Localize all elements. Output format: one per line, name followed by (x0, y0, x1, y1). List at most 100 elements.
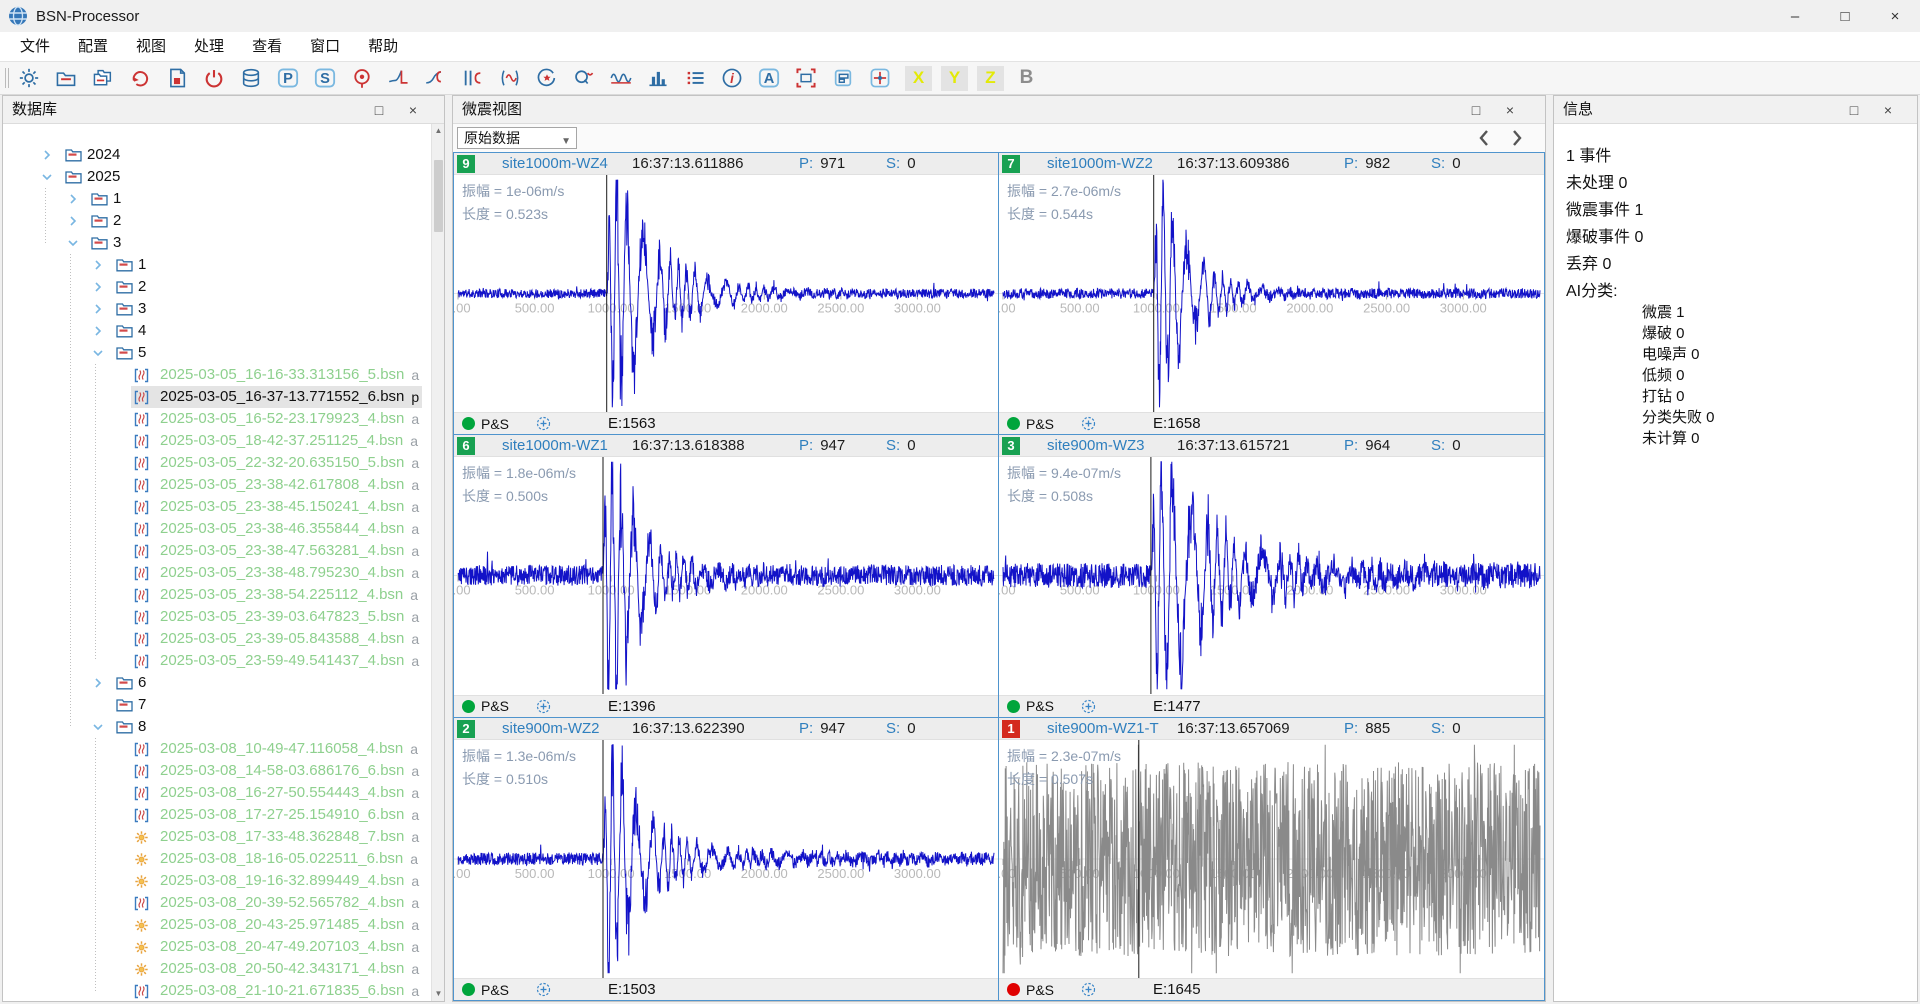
info-float-button[interactable]: □ (1837, 96, 1871, 124)
tree-file-row[interactable]: 2025-03-08_10-49-47.116058_4.bsna (3, 738, 431, 760)
tree-file-row[interactable]: 2025-03-05_16-16-33.313156_5.bsna (3, 364, 431, 386)
crosshair-cursor-button[interactable] (868, 66, 892, 90)
waveform-window-button[interactable] (498, 66, 522, 90)
tree-file-row[interactable]: 2025-03-05_16-37-13.771552_6.bsnp (3, 386, 431, 408)
tree-file-row[interactable]: 2025-03-08_21-10-21.671835_6.bsna (3, 980, 431, 1001)
info-close-button[interactable]: × (1871, 96, 1905, 124)
tree-file-row[interactable]: 2025-03-08_19-16-32.899449_4.bsna (3, 870, 431, 892)
expand-open-icon[interactable] (90, 719, 106, 735)
axis-x-button[interactable]: X (905, 66, 932, 91)
expand-closed-icon[interactable] (90, 323, 106, 339)
tree-file-row[interactable]: 2025-03-08_20-39-52.565782_4.bsna (3, 892, 431, 914)
close-button[interactable]: × (1870, 0, 1920, 32)
waveform-plot[interactable]: 振幅 = 9.4e-07m/s长度 = 0.508s0.00500.001000… (999, 457, 1544, 694)
tree-file-row[interactable]: 2025-03-05_23-38-47.563281_4.bsna (3, 540, 431, 562)
filter-waveform-button[interactable] (609, 66, 633, 90)
zoom-in-icon[interactable] (1080, 981, 1097, 998)
tree-file-row[interactable]: 2025-03-05_18-42-37.251125_4.bsna (3, 430, 431, 452)
ps-toggle-button[interactable]: P&S (1026, 982, 1054, 998)
p-phase-button[interactable]: P (276, 66, 300, 90)
tree-folder-2024[interactable]: 2024 (3, 144, 431, 166)
tree-folder-1[interactable]: 1 (3, 254, 431, 276)
zoom-in-icon[interactable] (1080, 698, 1097, 715)
database-close-button[interactable]: × (396, 96, 430, 124)
zoom-in-icon[interactable] (1080, 415, 1097, 432)
tree-folder-5[interactable]: 5 (3, 342, 431, 364)
locate-event-button[interactable] (350, 66, 374, 90)
waveform-panel-site900m-WZ1-T[interactable]: 1site900m-WZ1-T16:37:13.657069P:885S:0振幅… (999, 718, 1544, 1000)
histogram-button[interactable] (646, 66, 670, 90)
tree-folder-7[interactable]: 7 (3, 694, 431, 716)
expand-closed-icon[interactable] (65, 191, 81, 207)
tree-file-row[interactable]: 2025-03-05_23-38-45.150241_4.bsna (3, 496, 431, 518)
phase-window-button[interactable] (461, 66, 485, 90)
zoom-in-icon[interactable] (535, 415, 552, 432)
database-scrollbar[interactable]: ▲ ▼ (431, 124, 444, 1001)
power-button[interactable] (202, 66, 226, 90)
tree-folder-2025[interactable]: 2025 (3, 166, 431, 188)
tree-file-row[interactable]: 2025-03-05_23-38-42.617808_4.bsna (3, 474, 431, 496)
menu-item-7[interactable]: 帮助 (354, 32, 412, 61)
waveform-plot[interactable]: 振幅 = 2.7e-06m/s长度 = 0.544s0.00500.001000… (999, 175, 1544, 412)
scroll-up-icon[interactable]: ▲ (432, 124, 445, 138)
axis-y-button[interactable]: Y (941, 66, 968, 91)
scrollbar-thumb[interactable] (434, 160, 443, 232)
tree-folder-6[interactable]: 6 (3, 672, 431, 694)
expand-closed-icon[interactable] (65, 213, 81, 229)
tree-file-row[interactable]: 2025-03-05_22-32-20.635150_5.bsna (3, 452, 431, 474)
open-data-folder-button[interactable] (54, 66, 78, 90)
tree-file-row[interactable]: 2025-03-08_14-58-03.686176_6.bsna (3, 760, 431, 782)
tree-file-row[interactable]: 2025-03-05_23-59-49.541437_4.bsna (3, 650, 431, 672)
waveform-plot[interactable]: 振幅 = 1.3e-06m/s长度 = 0.510s0.00500.001000… (454, 740, 998, 978)
tree-folder-3[interactable]: 3 (3, 232, 431, 254)
tree-file-row[interactable]: 2025-03-05_23-39-05.843588_4.bsna (3, 628, 431, 650)
magnitude-q-button[interactable] (572, 66, 596, 90)
zoom-in-icon[interactable] (535, 981, 552, 998)
toolbar-grip[interactable] (5, 68, 9, 88)
viewer-close-button[interactable]: × (1493, 96, 1527, 124)
expand-closed-icon[interactable] (90, 301, 106, 317)
waveform-panel-site1000m-WZ2[interactable]: 7site1000m-WZ216:37:13.609386P:982S:0振幅 … (999, 153, 1544, 435)
menu-item-5[interactable]: 查看 (238, 32, 296, 61)
tree-folder-4[interactable]: 4 (3, 320, 431, 342)
expand-open-icon[interactable] (65, 235, 81, 251)
waveform-panel-site900m-WZ3[interactable]: 3site900m-WZ316:37:13.615721P:964S:0振幅 =… (999, 435, 1544, 717)
menu-item-1[interactable]: 文件 (6, 32, 64, 61)
expand-open-icon[interactable] (90, 345, 106, 361)
zoom-in-icon[interactable] (535, 698, 552, 715)
report-pages-button[interactable] (831, 66, 855, 90)
fit-view-button[interactable] (794, 66, 818, 90)
pick-s-arrival-button[interactable] (424, 66, 448, 90)
tree-file-row[interactable]: 2025-03-08_16-27-50.554443_4.bsna (3, 782, 431, 804)
maximize-button[interactable]: □ (1820, 0, 1870, 32)
data-folders-button[interactable] (91, 66, 115, 90)
annotation-text-button[interactable]: A (757, 66, 781, 90)
tree-file-row[interactable]: 2025-03-08_20-43-25.971485_4.bsna (3, 914, 431, 936)
tree-file-row[interactable]: 2025-03-05_23-38-46.355844_4.bsna (3, 518, 431, 540)
settings-button[interactable] (17, 66, 41, 90)
s-phase-button[interactable]: S (313, 66, 337, 90)
waveform-panel-site1000m-WZ1[interactable]: 6site1000m-WZ116:37:13.618388P:947S:0振幅 … (454, 435, 999, 717)
database-button[interactable] (239, 66, 263, 90)
ps-toggle-button[interactable]: P&S (481, 416, 509, 432)
next-event-button[interactable] (1505, 126, 1529, 150)
expand-open-icon[interactable] (39, 169, 55, 185)
waveform-plot[interactable]: 振幅 = 1e-06m/s长度 = 0.523s0.00500.001000.0… (454, 175, 998, 412)
save-report-button[interactable] (165, 66, 189, 90)
info-button[interactable]: i (720, 66, 744, 90)
menu-item-3[interactable]: 视图 (122, 32, 180, 61)
ps-toggle-button[interactable]: P&S (1026, 416, 1054, 432)
tree-folder-2[interactable]: 2 (3, 210, 431, 232)
tree-file-row[interactable]: 2025-03-08_17-33-48.362848_7.bsna (3, 826, 431, 848)
tree-file-row[interactable]: 2025-03-05_16-52-23.179923_4.bsna (3, 408, 431, 430)
tree-file-row[interactable]: 2025-03-05_23-38-54.225112_4.bsna (3, 584, 431, 606)
waveform-panel-site900m-WZ2[interactable]: 2site900m-WZ216:37:13.622390P:947S:0振幅 =… (454, 718, 999, 1000)
expand-closed-icon[interactable] (90, 675, 106, 691)
expand-closed-icon[interactable] (39, 147, 55, 163)
recompute-picks-button[interactable] (535, 66, 559, 90)
menu-item-4[interactable]: 处理 (180, 32, 238, 61)
database-float-button[interactable]: □ (362, 96, 396, 124)
waveform-plot[interactable]: 振幅 = 1.8e-06m/s长度 = 0.500s0.00500.001000… (454, 457, 998, 694)
tree-folder-8[interactable]: 8 (3, 716, 431, 738)
tree-folder-2[interactable]: 2 (3, 276, 431, 298)
